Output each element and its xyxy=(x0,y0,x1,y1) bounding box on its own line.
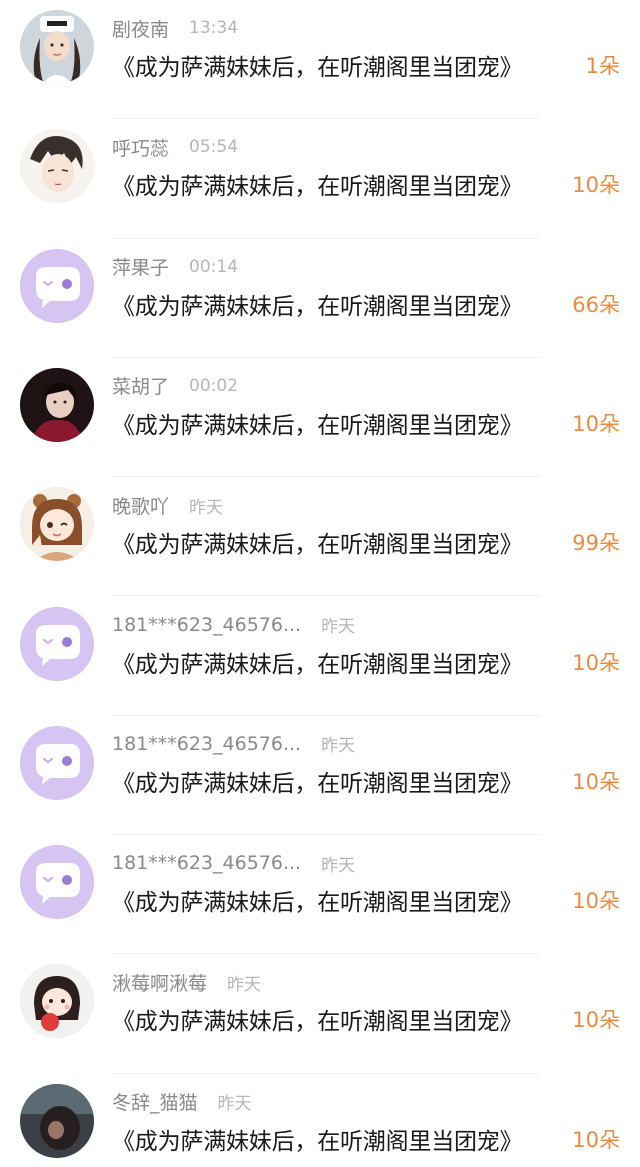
gift-count: 99朵 xyxy=(572,531,620,556)
timestamp: 昨天 xyxy=(321,617,356,637)
timestamp: 00:02 xyxy=(189,375,239,396)
avatar[interactable] xyxy=(20,10,94,84)
avatar[interactable] xyxy=(20,725,94,800)
item-meta: 晚歌吖 昨天 xyxy=(112,491,223,519)
list-item[interactable]: 萍果子 00:14 《成为萨满妹妹后，在听潮阁里当团宠》 66朵 xyxy=(0,239,640,358)
gift-record-list: 剧夜南 13:34 《成为萨满妹妹后，在听潮阁里当团宠》 1朵 呼巧蕊 05:54 《成为… xyxy=(0,0,640,1167)
item-meta: 剧夜南 13:34 xyxy=(112,14,238,42)
avatar[interactable] xyxy=(20,964,94,1039)
item-meta: 呼巧蕊 05:54 xyxy=(112,133,238,161)
gift-count: 66朵 xyxy=(572,292,620,317)
timestamp: 00:14 xyxy=(189,256,239,277)
item-meta: 181***623_46576... 昨天 xyxy=(112,611,355,639)
list-item[interactable]: 湫莓啊湫莓 昨天《成为萨满妹妹后，在听潮阁里当团宠》 10朵 xyxy=(0,954,640,1074)
timestamp: 05:54 xyxy=(189,137,239,158)
timestamp: 昨天 xyxy=(217,1094,252,1115)
gift-count: 10朵 xyxy=(572,769,620,794)
book-title[interactable]: 《成为萨满妹妹后，在听潮阁里当团宠》 xyxy=(112,167,523,201)
user-name[interactable]: 剧夜南 xyxy=(112,15,169,42)
item-meta: 181***623_46576... 昨天 xyxy=(112,730,355,758)
user-name[interactable]: 晚歌吖 xyxy=(112,492,169,519)
item-meta: 181***623_46576... 昨天 xyxy=(112,849,355,877)
book-title[interactable]: 《成为萨满妹妹后，在听潮阁里当团宠》 xyxy=(112,525,523,559)
timestamp: 昨天 xyxy=(189,497,224,518)
book-title[interactable]: 《成为萨满妹妹后，在听潮阁里当团宠》 xyxy=(112,883,523,917)
book-title[interactable]: 《成为萨满妹妹后，在听潮阁里当团宠》 xyxy=(112,406,523,440)
list-item[interactable]: 181***623_46576... 昨天《成为萨满妹妹后，在听潮阁里当团宠》 10… xyxy=(0,716,640,836)
avatar[interactable] xyxy=(20,606,94,681)
book-title[interactable]: 《成为萨满妹妹后，在听潮阁里当团宠》 xyxy=(112,764,523,798)
avatar[interactable] xyxy=(20,845,94,920)
list-item[interactable]: 181***623_46576... 昨天《成为萨满妹妹后，在听潮阁里当团宠》 10… xyxy=(0,835,640,955)
user-name[interactable]: 181***623_46576... xyxy=(112,733,301,755)
user-name[interactable]: 呼巧蕊 xyxy=(112,134,169,161)
list-item[interactable]: 冬辞_猫猫 昨天《成为萨满妹妹后，在听潮阁里当团宠》 10朵 xyxy=(0,1074,640,1167)
timestamp: 昨天 xyxy=(227,974,262,995)
list-item[interactable]: 呼巧蕊 05:54 《成为萨满妹妹后，在听潮阁里当团宠》 10朵 xyxy=(0,119,640,239)
book-title[interactable]: 《成为萨满妹妹后，在听潮阁里当团宠》 xyxy=(112,1002,523,1036)
avatar[interactable] xyxy=(20,1083,94,1158)
list-item[interactable]: 晚歌吖 昨天《成为萨满妹妹后，在听潮阁里当团宠》 99朵 xyxy=(0,477,640,597)
item-meta: 冬辞_猫猫 昨天 xyxy=(112,1088,252,1116)
item-meta: 湫莓啊湫莓 昨天 xyxy=(112,968,261,996)
user-name[interactable]: 181***623_46576... xyxy=(112,614,301,636)
book-title[interactable]: 《成为萨满妹妹后，在听潮阁里当团宠》 xyxy=(112,287,523,321)
user-name[interactable]: 湫莓啊湫莓 xyxy=(112,969,207,996)
avatar[interactable] xyxy=(20,367,94,442)
list-item[interactable]: 菜胡了 00:02 《成为萨满妹妹后，在听潮阁里当团宠》 10朵 xyxy=(0,358,640,478)
gift-count: 10朵 xyxy=(572,1008,620,1033)
gift-count: 1朵 xyxy=(585,54,620,78)
avatar[interactable] xyxy=(20,129,94,204)
avatar[interactable] xyxy=(20,248,94,323)
item-meta: 菜胡了 00:02 xyxy=(112,372,238,400)
timestamp: 13:34 xyxy=(189,18,239,38)
timestamp: 昨天 xyxy=(321,855,356,876)
gift-count: 10朵 xyxy=(572,1127,620,1152)
list-item[interactable]: 181***623_46576... 昨天《成为萨满妹妹后，在听潮阁里当团宠》 10… xyxy=(0,597,640,716)
gift-count: 10朵 xyxy=(572,411,620,436)
book-title[interactable]: 《成为萨满妹妹后，在听潮阁里当团宠》 xyxy=(112,645,523,679)
gift-count: 10朵 xyxy=(572,173,620,198)
gift-count: 10朵 xyxy=(572,650,620,675)
item-meta: 萍果子 00:14 xyxy=(112,253,238,281)
book-title[interactable]: 《成为萨满妹妹后，在听潮阁里当团宠》 xyxy=(112,48,523,82)
user-name[interactable]: 冬辞_猫猫 xyxy=(112,1088,198,1115)
avatar[interactable] xyxy=(20,487,94,562)
user-name[interactable]: 181***623_46576... xyxy=(112,852,301,874)
list-item[interactable]: 剧夜南 13:34 《成为萨满妹妹后，在听潮阁里当团宠》 1朵 xyxy=(0,0,640,120)
user-name[interactable]: 萍果子 xyxy=(112,253,169,280)
gift-count: 10朵 xyxy=(572,889,620,914)
user-name[interactable]: 菜胡了 xyxy=(112,372,169,399)
book-title[interactable]: 《成为萨满妹妹后，在听潮阁里当团宠》 xyxy=(112,1122,523,1156)
timestamp: 昨天 xyxy=(321,736,356,757)
